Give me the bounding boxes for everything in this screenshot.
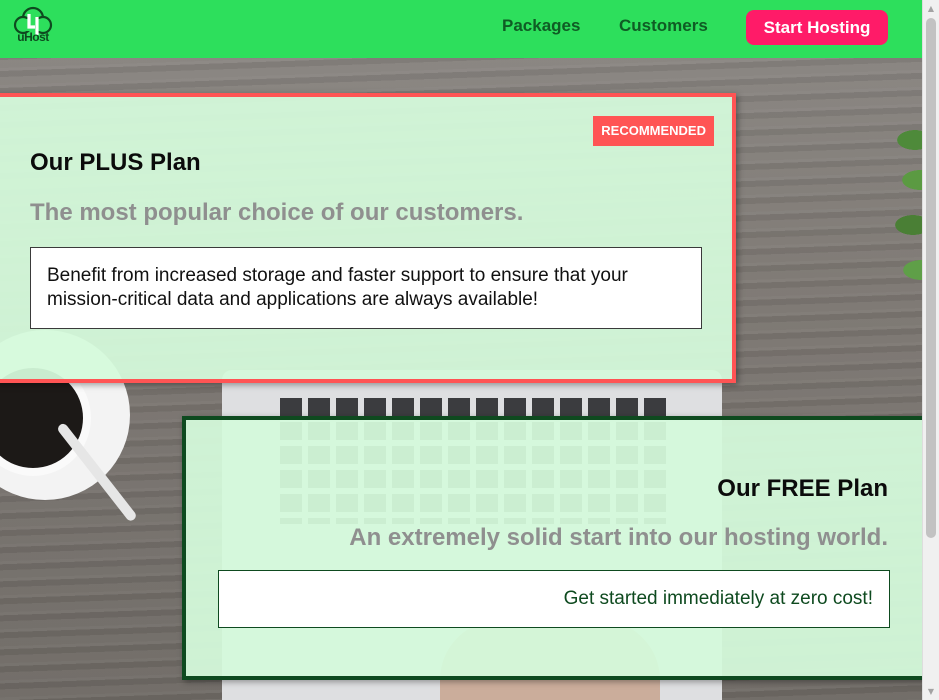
scroll-down-arrow-icon[interactable]: ▼ <box>923 683 939 700</box>
plus-plan-card[interactable]: RECOMMENDED Our PLUS Plan The most popul… <box>0 93 736 383</box>
free-plan-title: Our FREE Plan <box>717 475 888 502</box>
free-plan-subtitle: An extremely solid start into our hostin… <box>349 524 888 551</box>
nav-packages-link[interactable]: Packages <box>502 16 580 36</box>
start-hosting-button[interactable]: Start Hosting <box>746 10 888 45</box>
scrollbar-thumb[interactable] <box>926 18 936 538</box>
vertical-scrollbar[interactable]: ▲ ▼ <box>922 0 939 700</box>
free-plan-description: Get started immediately at zero cost! <box>218 570 890 628</box>
plus-plan-title: Our PLUS Plan <box>30 149 201 176</box>
free-plan-card[interactable]: Our FREE Plan An extremely solid start i… <box>182 416 939 680</box>
scroll-up-arrow-icon[interactable]: ▲ <box>923 0 939 17</box>
recommended-badge: RECOMMENDED <box>593 116 714 146</box>
nav-customers-link[interactable]: Customers <box>619 16 708 36</box>
plus-plan-description: Benefit from increased storage and faste… <box>30 247 702 329</box>
plus-plan-subtitle: The most popular choice of our customers… <box>30 199 524 226</box>
main-header: uHost Packages Customers Start Hosting <box>0 0 922 58</box>
brand-name: uHost <box>17 30 49 44</box>
